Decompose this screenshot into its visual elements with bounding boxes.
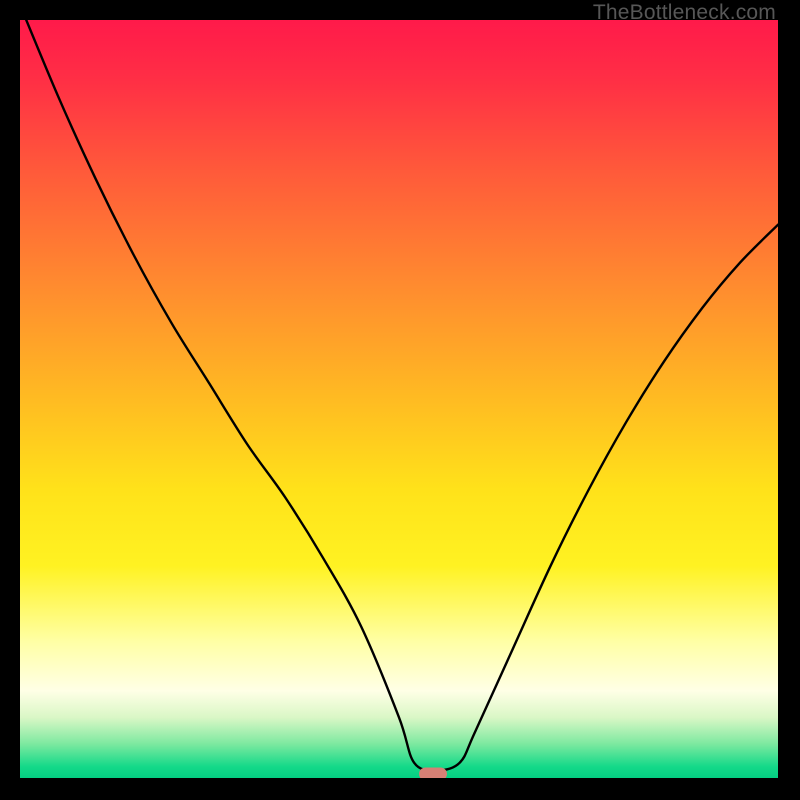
plot-area bbox=[20, 20, 778, 778]
chart-frame: TheBottleneck.com bbox=[0, 0, 800, 800]
bottleneck-curve bbox=[20, 20, 778, 778]
watermark-text: TheBottleneck.com bbox=[593, 1, 776, 25]
optimal-marker bbox=[419, 768, 447, 778]
